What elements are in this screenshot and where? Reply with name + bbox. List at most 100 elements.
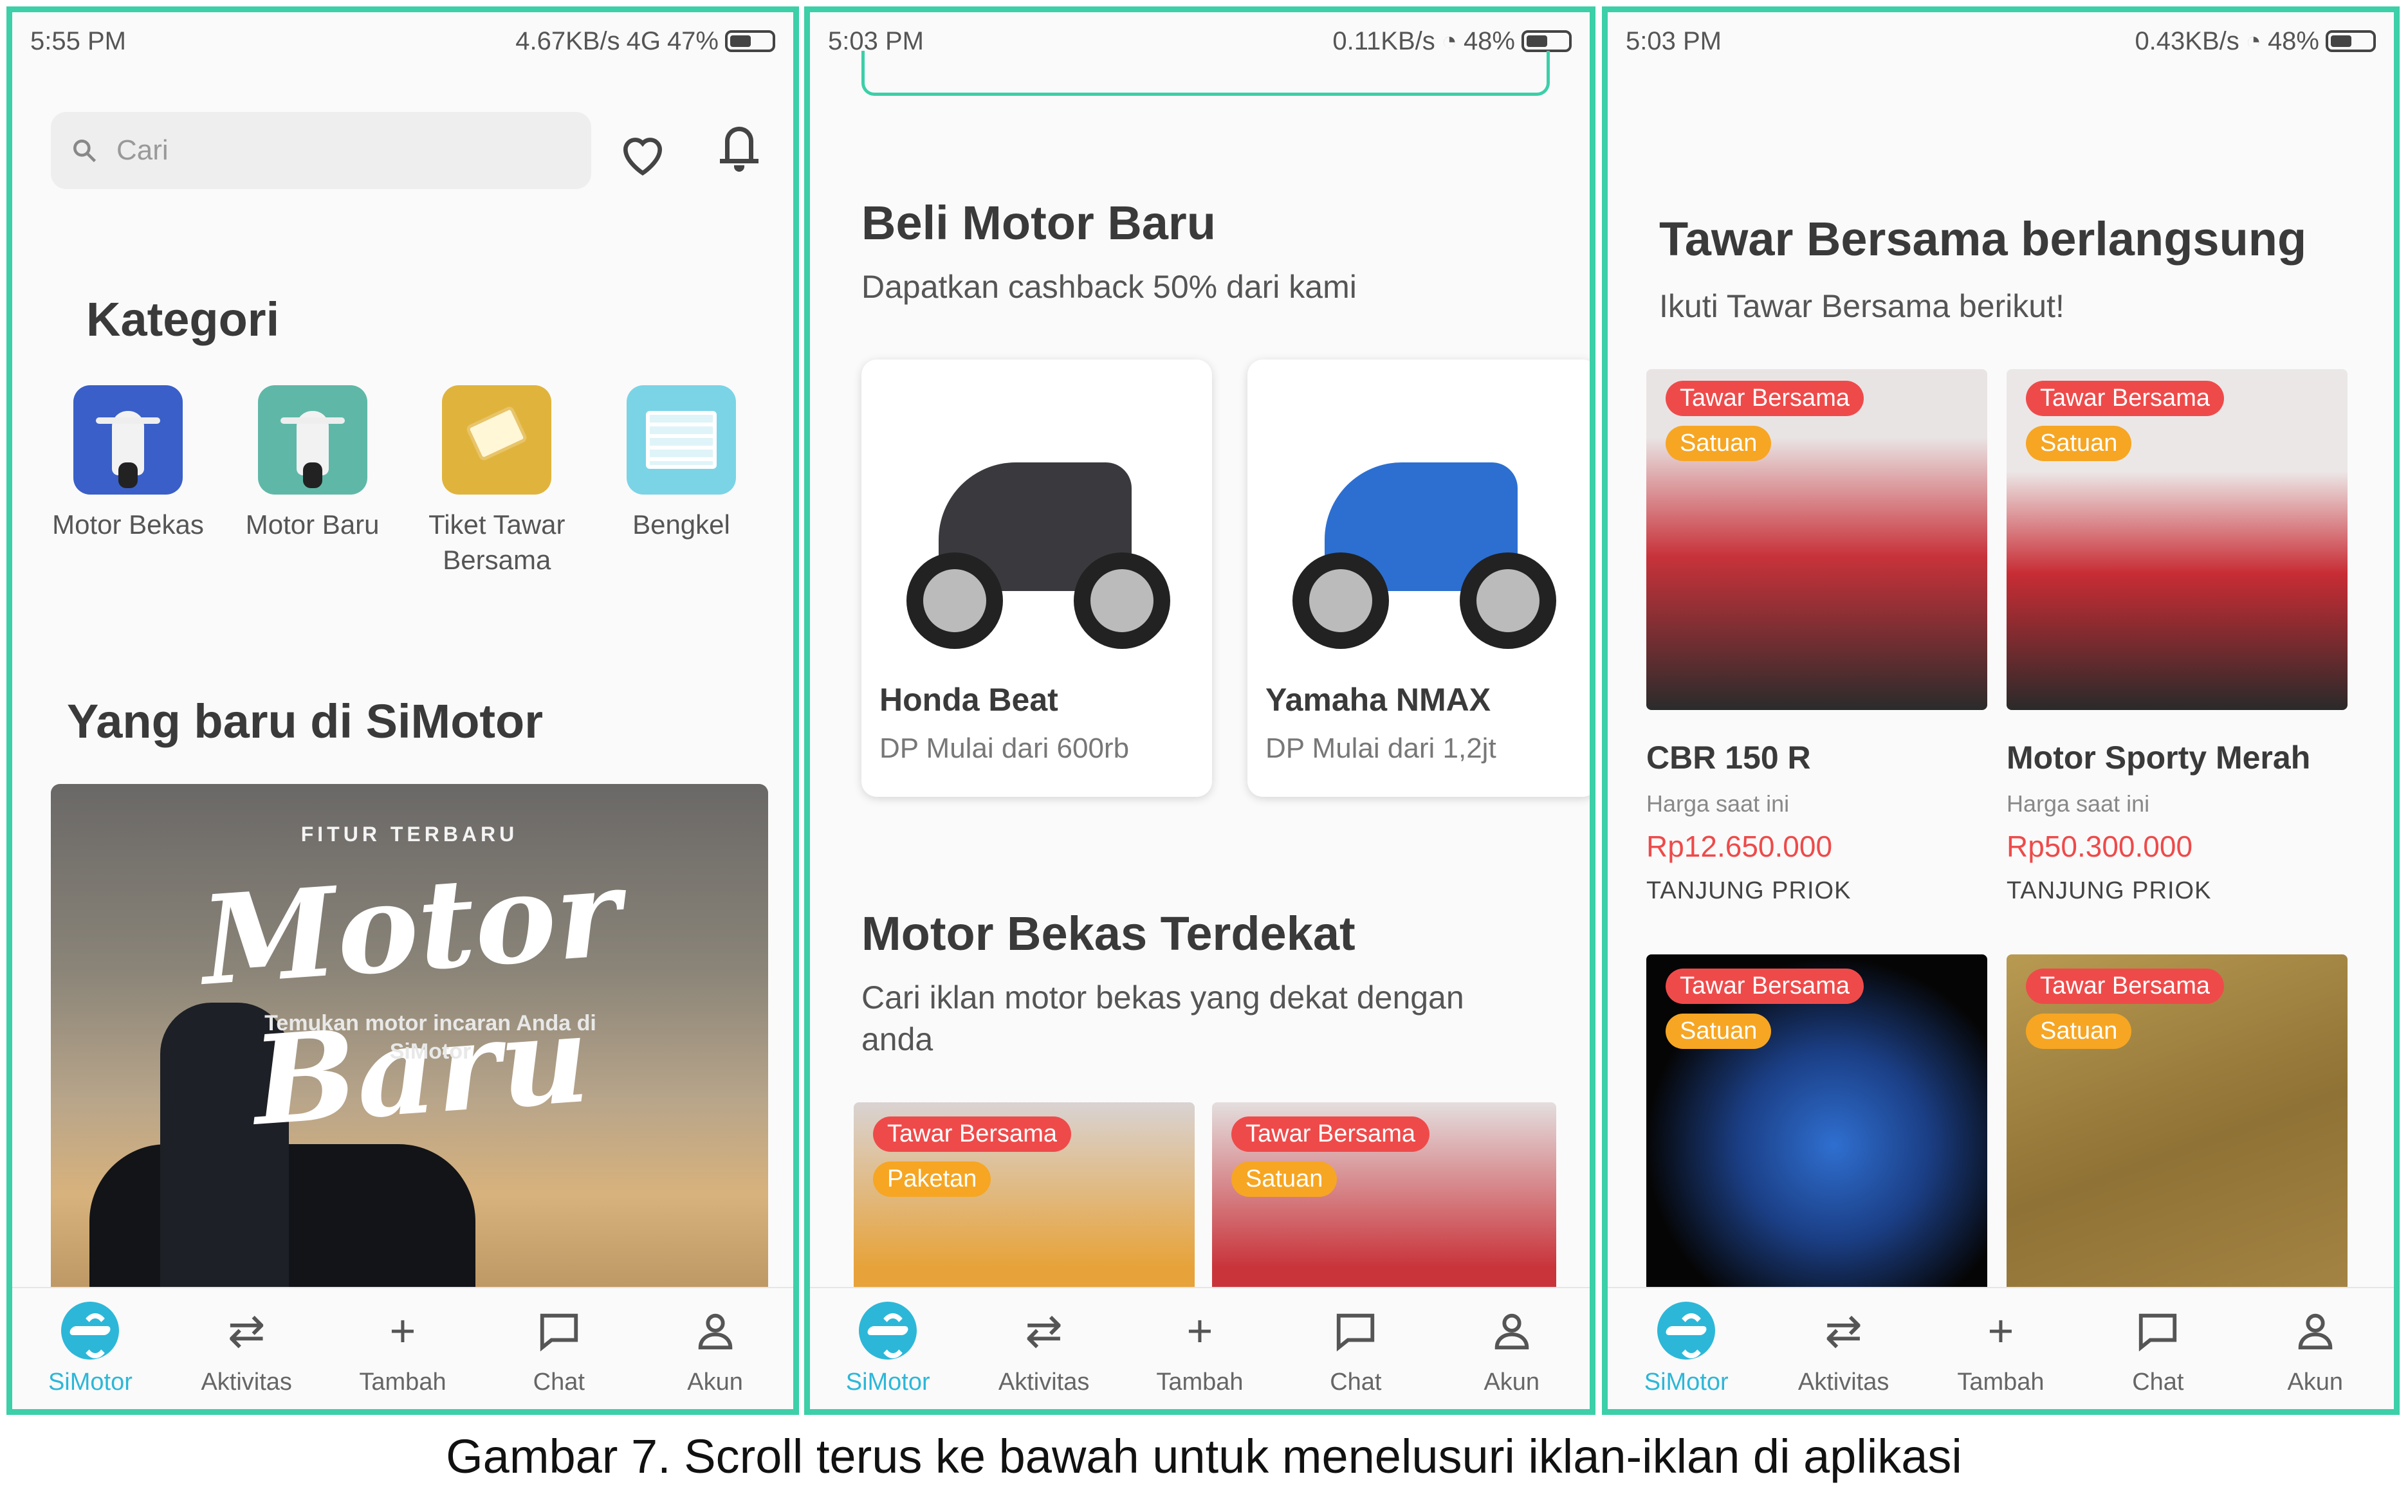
plus-icon: + (1987, 1305, 2014, 1356)
banner-tagline: Temukan motor incaran Anda di SiMotor (264, 1011, 596, 1064)
scooter-icon (257, 385, 367, 495)
status-time: 5:55 PM (30, 26, 126, 55)
nav-tambah[interactable]: + Tambah (1122, 1302, 1278, 1396)
nav-tambah[interactable]: + Tambah (325, 1302, 481, 1396)
heart-icon[interactable] (617, 128, 668, 179)
banner-script-title: Motor Baru (196, 840, 625, 1153)
bottom-nav: SiMotor ⇄ Aktivitas + Tambah Chat Akun (1608, 1287, 2394, 1409)
promo-banner[interactable]: FITUR TERBARU Motor Baru Temukan motor i… (51, 784, 768, 1311)
screen-tawar-bersama: 5:03 PM 0.43KB/s ◔ 48% Tawar Bersama ber… (1602, 6, 2400, 1415)
nav-label: Chat (533, 1368, 585, 1396)
listing-thumb[interactable]: Tawar Bersama Satuan (1212, 1102, 1556, 1308)
listing-thumb[interactable]: Tawar Bersama Satuan (1646, 954, 1987, 1302)
network-speed: 0.43KB/s (2135, 26, 2239, 55)
figure-caption: Gambar 7. Scroll terus ke bawah untuk me… (446, 1430, 1962, 1483)
simotor-logo-icon (61, 1301, 120, 1360)
nav-aktivitas[interactable]: ⇄ Aktivitas (966, 1302, 1121, 1396)
simotor-logo-icon (1657, 1301, 1716, 1360)
nav-chat[interactable]: Chat (481, 1302, 637, 1396)
arrows-exchange-icon: ⇄ (1025, 1305, 1063, 1356)
ticket-icon (442, 385, 552, 495)
product-card[interactable]: Honda Beat DP Mulai dari 600rb (861, 360, 1212, 797)
bottom-nav: SiMotor ⇄ Aktivitas + Tambah Chat Akun (12, 1287, 793, 1409)
nav-akun[interactable]: Akun (2237, 1302, 2394, 1396)
user-icon (1483, 1302, 1541, 1360)
search-input[interactable]: Cari (51, 112, 591, 189)
status-bar: 5:55 PM 4.67KB/s 4G 47% (12, 12, 793, 70)
nav-label: Akun (1484, 1368, 1540, 1396)
nav-simotor[interactable]: SiMotor (1608, 1301, 1765, 1396)
nav-label: Tambah (1156, 1368, 1244, 1396)
badge-type: Satuan (1666, 426, 1772, 461)
section-title-new: Yang baru di SiMotor (67, 695, 544, 748)
badge-tawar-bersama: Tawar Bersama (2026, 381, 2224, 416)
location: TANJUNG PRIOK (2007, 877, 2212, 904)
screen-home-top: 5:55 PM 4.67KB/s 4G 47% Cari Kategori Mo… (6, 6, 799, 1415)
user-icon (2286, 1302, 2344, 1360)
scooter-icon (73, 385, 183, 495)
listing-name: Motor Sporty Merah (2007, 740, 2311, 776)
category-label: Tiket Tawar Bersama (428, 509, 565, 575)
nav-label: Akun (687, 1368, 743, 1396)
nav-label: Tambah (1957, 1368, 2045, 1396)
battery-percent: 47% (666, 26, 719, 55)
product-name: Honda Beat (879, 682, 1058, 718)
price-value: Rp50.300.000 (2007, 830, 2193, 863)
listing-thumb[interactable]: Tawar Bersama Satuan (2007, 369, 2348, 710)
badge-tawar-bersama: Tawar Bersama (1666, 969, 1864, 1004)
search-placeholder: Cari (116, 134, 169, 166)
nav-simotor[interactable]: SiMotor (810, 1301, 966, 1396)
nav-chat[interactable]: Chat (2079, 1302, 2236, 1396)
product-name: Yamaha NMAX (1265, 682, 1491, 718)
badge-tawar-bersama: Tawar Bersama (1666, 381, 1864, 416)
nav-akun[interactable]: Akun (1434, 1302, 1590, 1396)
badge-type: Satuan (1231, 1161, 1337, 1197)
category-label: Motor Baru (245, 509, 380, 540)
product-dp: DP Mulai dari 600rb (879, 733, 1130, 764)
chat-bubble-icon (2129, 1302, 2187, 1360)
nav-label: Chat (2132, 1368, 2184, 1396)
listing-thumb[interactable]: Tawar Bersama Paketan (854, 1102, 1195, 1308)
search-icon (73, 140, 97, 163)
nav-chat[interactable]: Chat (1278, 1302, 1433, 1396)
section-sub-beli: Dapatkan cashback 50% dari kami (861, 269, 1357, 305)
section-sub-bekas: Cari iklan motor bekas yang dekat dengan… (861, 979, 1464, 1057)
category-label: Motor Bekas (52, 509, 204, 540)
nav-akun[interactable]: Akun (637, 1302, 793, 1396)
category-motor-baru[interactable]: Motor Baru (229, 385, 396, 578)
product-card[interactable]: Yamaha NMAX DP Mulai dari 1,2jt (1247, 360, 1590, 797)
location: TANJUNG PRIOK (1646, 877, 1852, 904)
plus-icon: + (1186, 1305, 1213, 1356)
badge-type: Paketan (873, 1161, 991, 1197)
category-label: Bengkel (632, 509, 730, 540)
nav-tambah[interactable]: + Tambah (1922, 1302, 2079, 1396)
garage-icon (626, 385, 736, 495)
listing-name: CBR 150 R (1646, 740, 1811, 776)
category-list: Motor Bekas Motor Baru Tiket Tawar Bersa… (44, 385, 765, 578)
status-bar: 5:03 PM 0.43KB/s ◔ 48% (1608, 12, 2394, 70)
section-title-tawar: Tawar Bersama berlangsung (1659, 212, 2307, 266)
badge-type: Satuan (1666, 1014, 1772, 1049)
nav-aktivitas[interactable]: ⇄ Aktivitas (169, 1302, 325, 1396)
section-sub-tawar: Ikuti Tawar Bersama berikut! (1659, 288, 2064, 324)
listing-thumb[interactable]: Tawar Bersama Satuan (2007, 954, 2348, 1302)
nav-label: Aktivitas (201, 1368, 292, 1396)
nav-label: SiMotor (1644, 1368, 1729, 1396)
nav-label: SiMotor (845, 1368, 930, 1396)
nav-simotor[interactable]: SiMotor (12, 1301, 169, 1396)
nav-label: Aktivitas (1797, 1368, 1889, 1396)
category-motor-bekas[interactable]: Motor Bekas (44, 385, 212, 578)
category-bengkel[interactable]: Bengkel (598, 385, 765, 578)
nav-label: Chat (1330, 1368, 1382, 1396)
listing-thumb[interactable]: Tawar Bersama Satuan (1646, 369, 1987, 710)
section-title-bekas: Motor Bekas Terdekat (861, 907, 1356, 960)
battery-icon (1521, 30, 1572, 52)
category-tiket-tawar-bersama[interactable]: Tiket Tawar Bersama (413, 385, 580, 578)
nav-label: SiMotor (48, 1368, 133, 1396)
badge-type: Satuan (2026, 426, 2132, 461)
network-speed: 4.67KB/s (515, 26, 620, 55)
bell-icon[interactable] (720, 122, 758, 173)
badge-tawar-bersama: Tawar Bersama (873, 1116, 1071, 1152)
simotor-logo-icon (859, 1301, 917, 1360)
nav-aktivitas[interactable]: ⇄ Aktivitas (1765, 1302, 1922, 1396)
